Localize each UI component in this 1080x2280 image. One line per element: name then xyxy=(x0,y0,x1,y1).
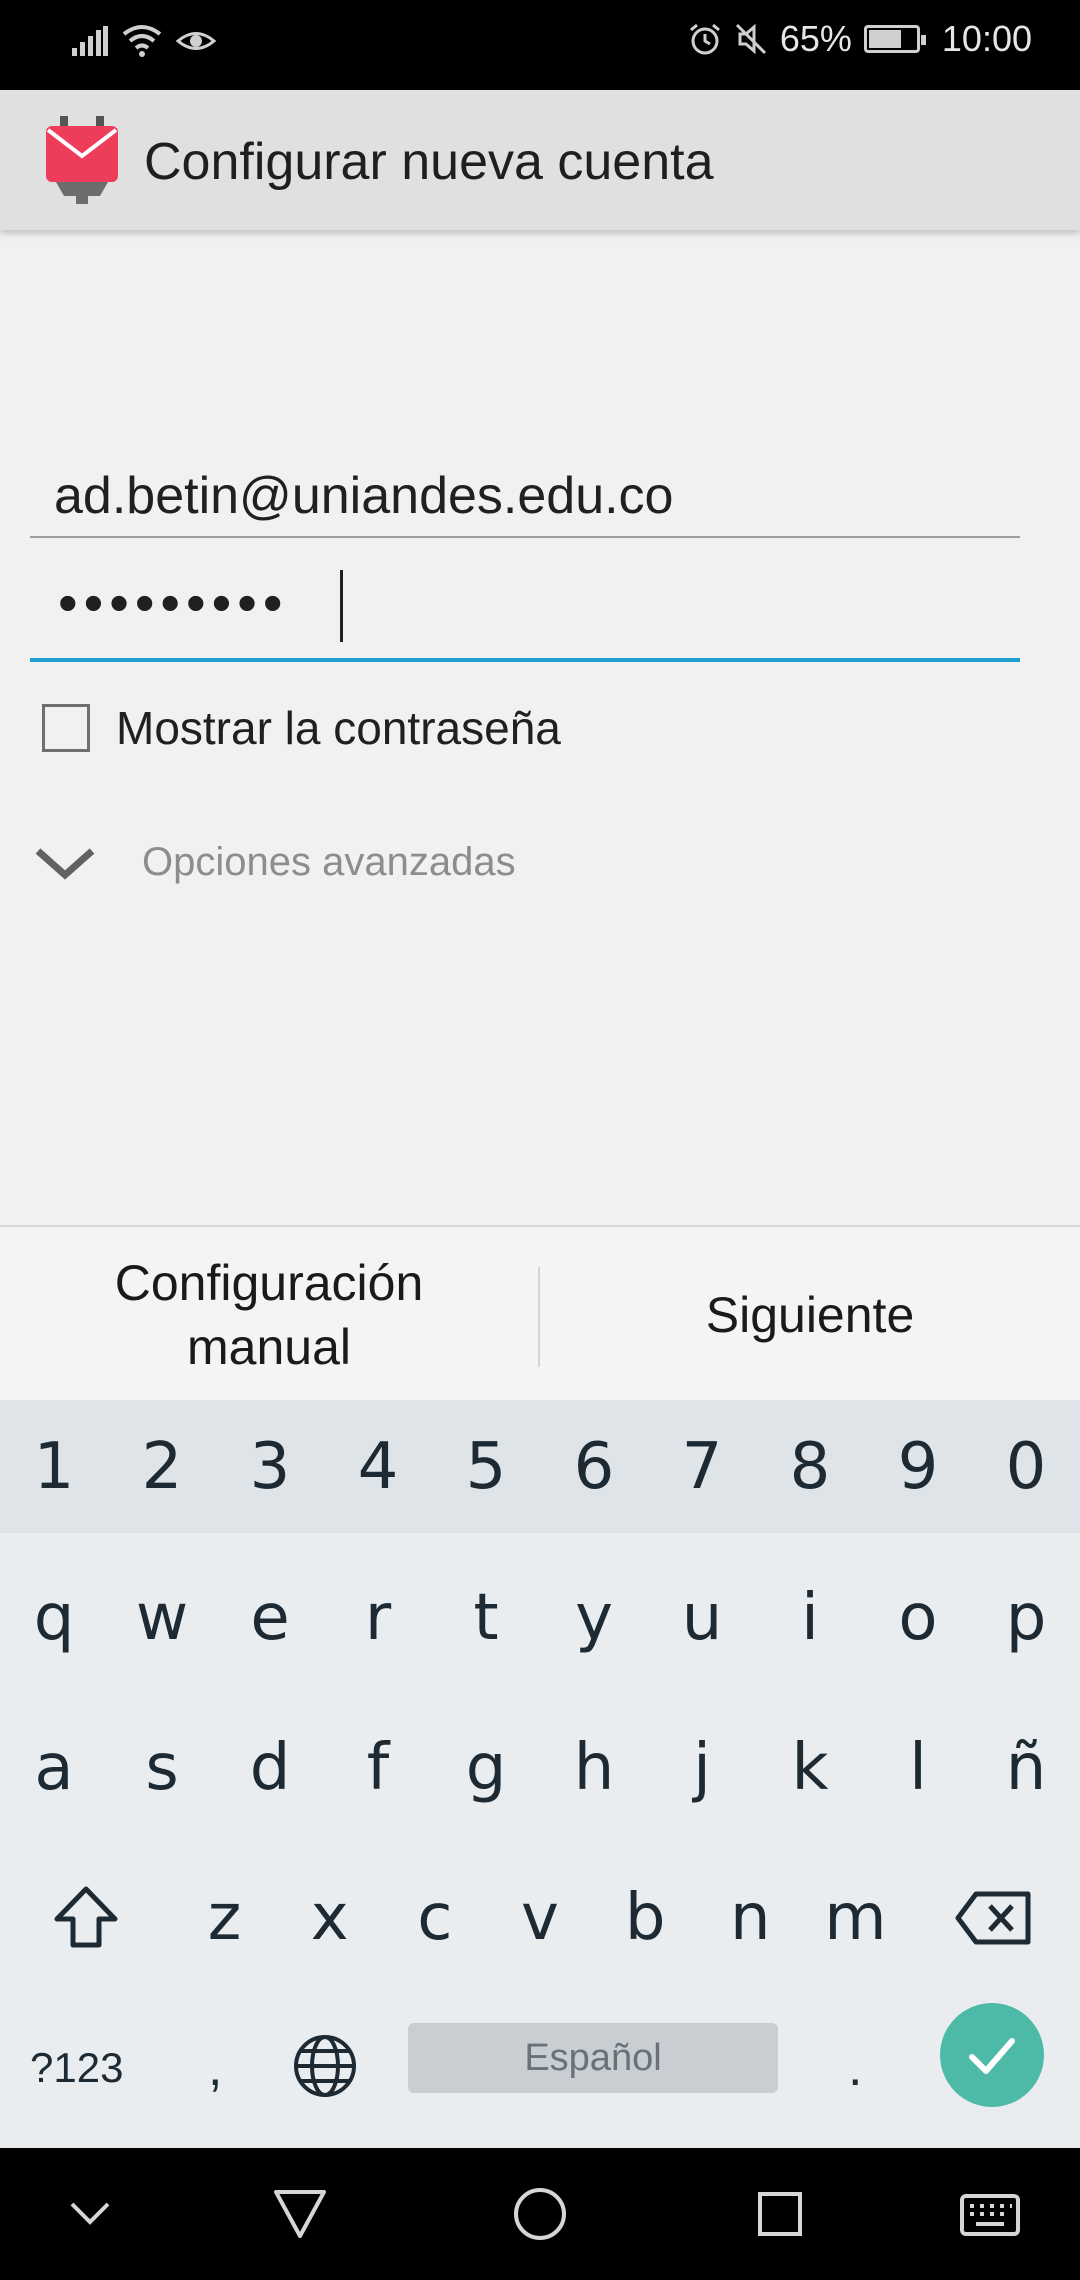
check-icon xyxy=(969,2038,1015,2074)
key-y[interactable]: y xyxy=(540,1543,648,1693)
comma-key[interactable]: , xyxy=(208,1993,222,2143)
key-0[interactable]: 0 xyxy=(972,1400,1080,1533)
key-d[interactable]: d xyxy=(216,1693,324,1843)
app-mail-logo xyxy=(46,116,118,204)
key-8[interactable]: 8 xyxy=(756,1400,864,1533)
status-icons-left xyxy=(72,24,216,58)
backspace-icon xyxy=(955,1891,1031,1945)
bottom-actions: Configuración manual Siguiente xyxy=(0,1225,1080,1400)
text-caret xyxy=(340,570,343,642)
key-6[interactable]: 6 xyxy=(540,1400,648,1533)
key-l[interactable]: l xyxy=(864,1693,972,1843)
password-value: ••••••••• xyxy=(58,571,289,634)
key-a[interactable]: a xyxy=(0,1693,108,1843)
key-u[interactable]: u xyxy=(648,1543,756,1693)
key-k[interactable]: k xyxy=(756,1693,864,1843)
key-m[interactable]: m xyxy=(803,1843,908,1993)
key-b[interactable]: b xyxy=(593,1843,698,1993)
keyboard-row-z: z x c v b n m xyxy=(0,1843,1080,1993)
account-setup-form: ad.betin@uniandes.edu.co ••••••••• Mostr… xyxy=(0,230,1080,1225)
key-x[interactable]: x xyxy=(277,1843,382,1993)
key-q[interactable]: q xyxy=(0,1543,108,1693)
shift-icon xyxy=(54,1886,118,1948)
globe-icon[interactable] xyxy=(290,2031,360,2101)
status-bar: 65% 10:00 xyxy=(0,0,1080,90)
navigation-bar xyxy=(0,2148,1080,2280)
key-1[interactable]: 1 xyxy=(0,1400,108,1533)
key-w[interactable]: w xyxy=(108,1543,216,1693)
chevron-down-icon xyxy=(35,847,95,880)
email-value: ad.betin@uniandes.edu.co xyxy=(54,467,674,525)
key-z[interactable]: z xyxy=(172,1843,277,1993)
show-password-checkbox[interactable] xyxy=(42,704,90,752)
status-icons-right: 65% 10:00 xyxy=(688,18,1032,60)
symbols-key[interactable]: ?123 xyxy=(30,1993,123,2143)
enter-key[interactable] xyxy=(940,2003,1044,2107)
next-button[interactable]: Siguiente xyxy=(540,1227,1080,1402)
soft-keyboard: 1 2 3 4 5 6 7 8 9 0 q w e r t y u i o p … xyxy=(0,1400,1080,2148)
page-title: Configurar nueva cuenta xyxy=(144,133,714,191)
keyboard-bottom-row: ?123 , Español . xyxy=(0,1993,1080,2143)
key-3[interactable]: 3 xyxy=(216,1400,324,1533)
key-t[interactable]: t xyxy=(432,1543,540,1693)
keyboard-number-row: 1 2 3 4 5 6 7 8 9 0 xyxy=(0,1400,1080,1533)
signal-icon xyxy=(72,26,108,56)
key-e[interactable]: e xyxy=(216,1543,324,1693)
key-i[interactable]: i xyxy=(756,1543,864,1693)
keyboard-row-q: q w e r t y u i o p xyxy=(0,1543,1080,1693)
advanced-options-label: Opciones avanzadas xyxy=(142,840,516,884)
key-o[interactable]: o xyxy=(864,1543,972,1693)
advanced-options-toggle[interactable]: Opciones avanzadas xyxy=(34,840,516,885)
key-5[interactable]: 5 xyxy=(432,1400,540,1533)
key-v[interactable]: v xyxy=(487,1843,592,1993)
key-enye[interactable]: ñ xyxy=(972,1693,1080,1843)
mute-icon xyxy=(735,23,766,55)
wifi-icon xyxy=(122,25,162,57)
alarm-icon xyxy=(689,23,720,55)
key-7[interactable]: 7 xyxy=(648,1400,756,1533)
keyboard-row-a: a s d f g h j k l ñ xyxy=(0,1693,1080,1843)
key-n[interactable]: n xyxy=(698,1843,803,1993)
key-9[interactable]: 9 xyxy=(864,1400,972,1533)
back-triangle-icon[interactable] xyxy=(268,2182,332,2246)
key-s[interactable]: s xyxy=(108,1693,216,1843)
battery-icon xyxy=(863,25,926,53)
battery-percent: 65% xyxy=(779,18,852,59)
app-bar: Configurar nueva cuenta xyxy=(0,90,1080,230)
eye-icon xyxy=(176,32,216,50)
email-field[interactable]: ad.betin@uniandes.edu.co xyxy=(30,458,1020,538)
recents-square-icon[interactable] xyxy=(748,2182,812,2246)
hide-keyboard-chevron-icon[interactable] xyxy=(58,2182,122,2246)
key-4[interactable]: 4 xyxy=(324,1400,432,1533)
keyboard-icon[interactable] xyxy=(958,2182,1022,2246)
manual-setup-button[interactable]: Configuración manual xyxy=(0,1227,538,1402)
show-password-row[interactable]: Mostrar la contraseña xyxy=(42,700,561,756)
key-r[interactable]: r xyxy=(324,1543,432,1693)
key-h[interactable]: h xyxy=(540,1693,648,1843)
key-f[interactable]: f xyxy=(324,1693,432,1843)
backspace-key[interactable] xyxy=(908,1843,1080,1993)
clock: 10:00 xyxy=(941,18,1032,59)
key-j[interactable]: j xyxy=(648,1693,756,1843)
show-password-label: Mostrar la contraseña xyxy=(116,702,561,754)
shift-key[interactable] xyxy=(0,1843,172,1993)
key-c[interactable]: c xyxy=(382,1843,487,1993)
key-2[interactable]: 2 xyxy=(108,1400,216,1533)
password-field[interactable]: ••••••••• xyxy=(30,570,1020,662)
period-key[interactable]: . xyxy=(848,1993,862,2143)
space-key[interactable]: Español xyxy=(408,2023,778,2093)
home-circle-icon[interactable] xyxy=(508,2182,572,2246)
key-p[interactable]: p xyxy=(972,1543,1080,1693)
key-g[interactable]: g xyxy=(432,1693,540,1843)
